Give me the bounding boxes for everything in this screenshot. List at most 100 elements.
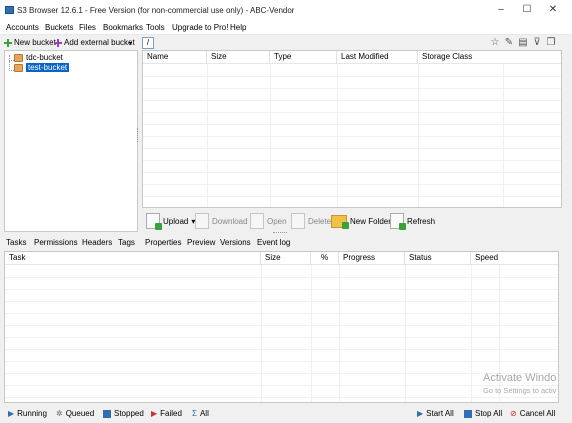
- horizontal-splitter[interactable]: [273, 232, 287, 235]
- filter-running-label: Running: [17, 409, 47, 418]
- stop-icon: [103, 409, 111, 418]
- failed-icon: ▶: [151, 409, 158, 418]
- column-name[interactable]: Name: [143, 51, 207, 64]
- menu-files[interactable]: Files: [79, 23, 96, 32]
- grid-row: [5, 385, 558, 386]
- bucket-tree: tdc-bucket test-bucket: [4, 50, 138, 232]
- watermark-line1: Activate Windo: [483, 372, 557, 384]
- download-button[interactable]: Download: [195, 212, 248, 230]
- cancel-all-button[interactable]: ⊘ Cancel All: [510, 409, 555, 418]
- path-input[interactable]: /: [142, 37, 154, 49]
- stop-all-button[interactable]: Stop All: [464, 409, 502, 418]
- download-icon: [195, 213, 209, 229]
- filter-failed[interactable]: ▶ Failed: [151, 409, 182, 418]
- grid-line: [339, 265, 340, 402]
- delete-label: Delete: [308, 216, 332, 226]
- maximize-button[interactable]: ☐: [514, 3, 540, 17]
- window-title: S3 Browser 12.6.1 - Free Version (for no…: [17, 6, 295, 15]
- tab-properties[interactable]: Properties: [145, 238, 181, 247]
- column-storage-class[interactable]: Storage Class: [418, 51, 561, 64]
- tree-item-test-bucket[interactable]: test-bucket: [14, 63, 70, 72]
- filter-running[interactable]: ▶ Running: [8, 409, 47, 418]
- grid-row: [143, 184, 561, 185]
- delete-button[interactable]: Delete: [291, 212, 331, 230]
- column-type[interactable]: Type: [270, 51, 337, 64]
- copy-icon[interactable]: ❐: [546, 37, 556, 48]
- tab-tasks[interactable]: Tasks: [6, 238, 26, 247]
- column-last-modified[interactable]: Last Modified: [337, 51, 418, 64]
- vertical-splitter[interactable]: [137, 128, 140, 142]
- tab-event-log[interactable]: Event log: [257, 238, 290, 247]
- minimize-button[interactable]: –: [488, 3, 514, 17]
- menu-help[interactable]: Help: [230, 23, 246, 32]
- open-icon: [250, 213, 264, 229]
- tab-tags[interactable]: Tags: [118, 238, 135, 247]
- column-task[interactable]: Task: [5, 252, 261, 265]
- play-icon: ▶: [8, 409, 15, 418]
- grid-row: [5, 325, 558, 326]
- tab-versions[interactable]: Versions: [220, 238, 251, 247]
- grid-row: [143, 124, 561, 125]
- tab-preview[interactable]: Preview: [187, 238, 215, 247]
- column-progress[interactable]: Progress: [339, 252, 405, 265]
- menu-accounts[interactable]: Accounts: [6, 23, 39, 32]
- stop-all-label: Stop All: [475, 409, 503, 418]
- queued-icon: ✲: [56, 409, 63, 418]
- menu-tools[interactable]: Tools: [146, 23, 165, 32]
- grid-line: [261, 265, 262, 402]
- download-label: Download: [212, 216, 248, 226]
- bucket-toolbar: New bucket Add external bucket ▾: [0, 36, 140, 50]
- open-button[interactable]: Open: [250, 212, 287, 230]
- filter-queued-label: Queued: [65, 409, 95, 418]
- add-external-bucket-button[interactable]: Add external bucket: [54, 38, 135, 47]
- grid-row: [143, 100, 561, 101]
- grid-row: [143, 112, 561, 113]
- column-status[interactable]: Status: [405, 252, 471, 265]
- menu-bookmarks[interactable]: Bookmarks: [103, 23, 143, 32]
- tab-headers[interactable]: Headers: [82, 238, 112, 247]
- filter-stopped[interactable]: Stopped: [103, 409, 144, 418]
- filter-queued[interactable]: ✲ Queued: [56, 409, 94, 418]
- column-size[interactable]: Size: [207, 51, 270, 64]
- close-button[interactable]: ✕: [540, 3, 566, 17]
- grid-row: [143, 76, 561, 77]
- cancel-all-label: Cancel All: [519, 409, 556, 418]
- start-all-button[interactable]: ▶ Start All: [417, 409, 454, 418]
- column-speed[interactable]: Speed: [471, 252, 558, 265]
- menu-upgrade[interactable]: Upgrade to Pro!: [172, 23, 228, 32]
- bottom-tabs: Tasks Permissions Headers Tags Propertie…: [0, 236, 572, 250]
- refresh-label: Refresh: [407, 216, 436, 226]
- menu-bar: Accounts Buckets Files Bookmarks Tools U…: [0, 20, 572, 35]
- grid-row: [5, 373, 558, 374]
- folder-icon: [331, 214, 349, 229]
- start-icon: ▶: [417, 409, 424, 418]
- filter-icon[interactable]: ⊽: [532, 37, 542, 48]
- tree-item-label: tdc-bucket: [26, 53, 63, 62]
- tree-item-tdc-bucket[interactable]: tdc-bucket: [14, 53, 63, 62]
- filter-stopped-label: Stopped: [114, 409, 144, 418]
- chevron-down-icon[interactable]: ▾: [129, 40, 132, 47]
- column-size[interactable]: Size: [261, 252, 311, 265]
- menu-buckets[interactable]: Buckets: [45, 23, 73, 32]
- grid-row: [143, 160, 561, 161]
- new-bucket-label: New bucket: [14, 38, 56, 47]
- new-folder-button[interactable]: New Folder: [331, 212, 391, 230]
- tree-item-label: test-bucket: [26, 63, 70, 72]
- upload-button[interactable]: Upload ▾: [146, 212, 195, 230]
- new-bucket-button[interactable]: New bucket: [4, 38, 56, 47]
- columns-icon[interactable]: ▤: [518, 37, 528, 48]
- grid-line: [311, 265, 312, 402]
- task-list[interactable]: Task Size % Progress Status Speed: [4, 251, 559, 403]
- upload-label: Upload: [163, 216, 189, 226]
- star-icon[interactable]: ☆: [490, 37, 500, 48]
- refresh-button[interactable]: Refresh: [390, 212, 435, 230]
- pencil-icon[interactable]: ✎: [504, 37, 514, 48]
- filter-all[interactable]: Σ All: [192, 409, 209, 418]
- column-percent[interactable]: %: [311, 252, 339, 265]
- grid-line: [471, 265, 472, 402]
- grid-row: [5, 313, 558, 314]
- activation-watermark: Activate Windo Go to Settings to activ: [483, 372, 556, 395]
- file-list[interactable]: Name Size Type Last Modified Storage Cla…: [142, 50, 562, 208]
- tab-permissions[interactable]: Permissions: [34, 238, 78, 247]
- grid-row: [5, 397, 558, 398]
